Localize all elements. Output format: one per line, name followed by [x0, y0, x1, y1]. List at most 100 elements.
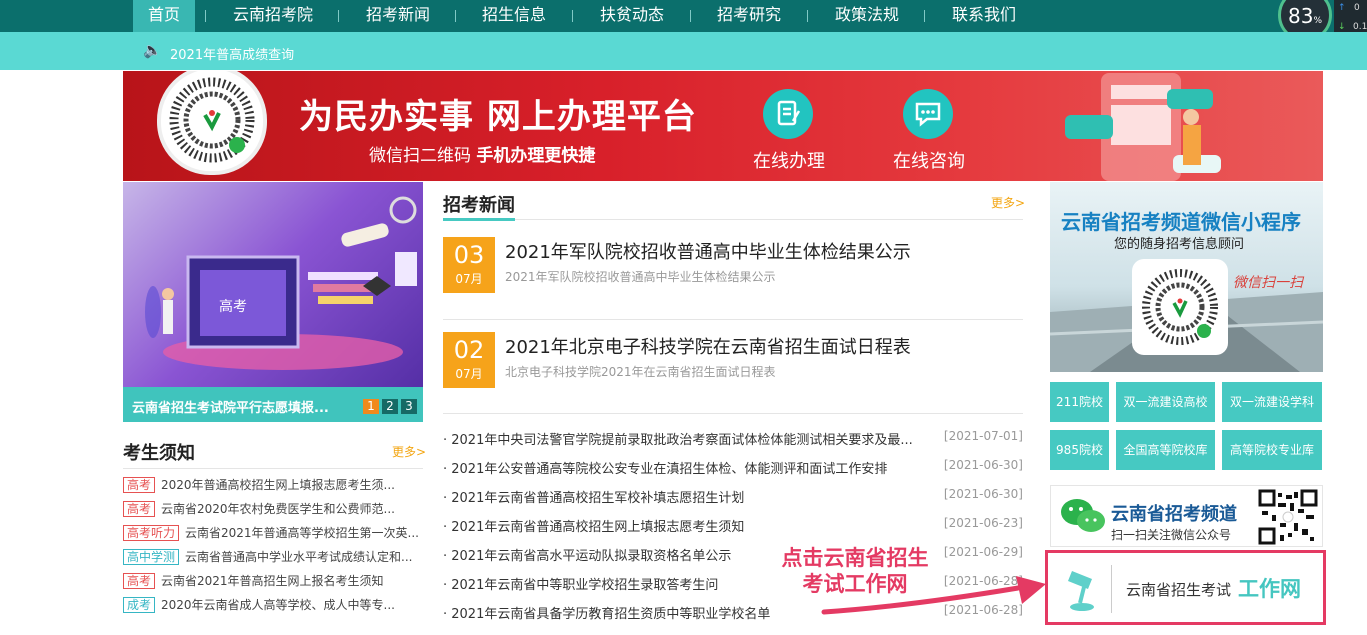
news-list-title[interactable]: · 2021年中央司法警官学院提前录取批政治考察面试体检体能测试相关要求及最..…	[443, 429, 913, 448]
news-list-item[interactable]: · 2021年云南省普通高校招生网上填报志愿考生须知 [2021-06-23]	[443, 516, 1023, 536]
gaokao-illustration	[145, 196, 417, 370]
list-item[interactable]: 高考 2020年普通高校招生网上填报志愿考生须...	[123, 476, 395, 494]
featured-news-title[interactable]: 2021年北京电子科技学院在云南省招生面试日程表	[505, 333, 911, 359]
nav-item-policy[interactable]: 政策法规	[821, 0, 913, 32]
nav-item-home[interactable]: 首页	[133, 0, 195, 32]
featured-news-summary: 2021年军队院校招收普通高中毕业生体检结果公示	[505, 270, 776, 284]
divider	[1111, 565, 1112, 613]
lamp-icon	[1068, 571, 1094, 611]
top-nav: 首页 云南招考院 招考新闻 招生信息 扶贫动态 招考研究 政策法规 联系我们	[0, 0, 1367, 32]
nav-item-admission-info[interactable]: 招生信息	[468, 0, 560, 32]
divider	[443, 319, 1023, 320]
wechat-title: 云南省招考频道	[1111, 504, 1237, 525]
workbox-label[interactable]: 云南省招生考试	[1126, 579, 1231, 600]
wechat-official-account-card[interactable]: 云南省招考频道 扫一扫关注微信公众号	[1050, 485, 1323, 547]
list-item[interactable]: 高考听力 云南省2021年普通高等学校招生第一次英...	[123, 524, 419, 542]
quick-link-major-database[interactable]: 高等院校专业库	[1222, 430, 1322, 470]
list-item-text[interactable]: 2020年普通高校招生网上填报志愿考生须...	[161, 478, 395, 492]
quick-link-double-first-class-disciplines[interactable]: 双一流建设学科	[1222, 382, 1322, 422]
download-arrow-icon: ↓	[1338, 22, 1346, 32]
news-list-item[interactable]: · 2021年云南省普通高校招生军校补填志愿招生计划 [2021-06-30]	[443, 487, 1023, 507]
news-list-date: [2021-06-23]	[943, 516, 1023, 530]
news-list-title[interactable]: · 2021年云南省高水平运动队拟录取资格名单公示	[443, 545, 731, 564]
speaker-icon: 🔈	[143, 41, 162, 59]
online-consult-button[interactable]: 在线咨询	[893, 147, 965, 173]
tag-badge: 高考	[123, 501, 156, 517]
list-item[interactable]: 高考 云南省2020年农村免费医学生和公费师范...	[123, 500, 395, 518]
annotation-line: 点击云南省招生	[781, 546, 929, 570]
wechat-qr-code	[1258, 489, 1318, 545]
phone-illustration	[1065, 73, 1221, 181]
news-list-title[interactable]: · 2021年云南省中等职业学校招生录取答考生问	[443, 574, 718, 593]
download-value: 0.1	[1353, 22, 1367, 32]
nav-item-contact[interactable]: 联系我们	[938, 0, 1030, 32]
quick-link-university-database[interactable]: 全国高等院校库	[1116, 430, 1215, 470]
scan-handwriting: 微信扫一扫	[1233, 275, 1303, 291]
section-underline	[443, 218, 515, 221]
nav-separator	[924, 10, 925, 22]
featured-news-title[interactable]: 2021年军队院校招收普通高中毕业生体检结果公示	[505, 238, 911, 264]
news-more-link[interactable]: 更多>	[991, 194, 1025, 211]
slide-page-3[interactable]: 3	[401, 399, 417, 414]
banner-subtitle: 微信扫二维码 手机办理更快捷	[369, 146, 596, 166]
list-item-text[interactable]: 云南省2021年普高招生网上报名考生须知	[161, 574, 384, 588]
upload-arrow-icon: ↑	[1338, 3, 1346, 13]
tag-badge: 高考	[123, 477, 156, 493]
list-item[interactable]: 高考 云南省2021年普高招生网上报名考生须知	[123, 572, 384, 590]
news-list-date: [2021-07-01]	[943, 429, 1023, 443]
wechat-subtitle: 扫一扫关注微信公众号	[1111, 528, 1232, 542]
nav-item-exam-news[interactable]: 招考新闻	[352, 0, 444, 32]
slide-image-text: 高考	[219, 299, 247, 315]
featured-news-summary: 北京电子科技学院2021年在云南省招生面试日程表	[505, 365, 776, 379]
online-service-banner[interactable]: 为民办实事 网上办理平台 微信扫二维码 手机办理更快捷 在线办理 在线咨询	[123, 71, 1323, 181]
list-item[interactable]: 高中学测 云南省普通高中学业水平考试成绩认定和...	[123, 548, 412, 566]
slideshow[interactable]: 高考 云南省招生考试院平行志愿填报... 1 2 3	[123, 182, 423, 422]
tag-badge: 高考	[123, 573, 156, 589]
nav-item-exam-research[interactable]: 招考研究	[703, 0, 795, 32]
slide-page-2[interactable]: 2	[382, 399, 398, 414]
news-list-item[interactable]: · 2021年中央司法警官学院提前录取批政治考察面试体检体能测试相关要求及最..…	[443, 429, 1023, 449]
list-item-text[interactable]: 云南省2021年普通高等学校招生第一次英...	[185, 526, 419, 540]
divider	[443, 413, 1023, 414]
news-list-date: [2021-06-30]	[943, 487, 1023, 501]
online-handle-icon[interactable]	[763, 89, 813, 139]
mini-program-card[interactable]: 云南省招考频道微信小程序 您的随身招考信息顾问 微信扫一扫	[1050, 182, 1323, 372]
news-list-title[interactable]: · 2021年云南省普通高校招生网上填报志愿考生须知	[443, 516, 744, 535]
workbox-label-highlight[interactable]: 工作网	[1238, 573, 1301, 603]
news-list-date: [2021-06-29]	[943, 545, 1023, 559]
nav-separator	[807, 10, 808, 22]
date-month: 07月	[455, 367, 483, 381]
news-list-title[interactable]: · 2021年云南省普通高校招生军校补填志愿招生计划	[443, 487, 744, 506]
list-item[interactable]: 成考 2020年云南省成人高等学校、成人中等专...	[123, 596, 395, 614]
nav-item-poverty-news[interactable]: 扶贫动态	[586, 0, 678, 32]
tag-badge: 高考听力	[123, 525, 180, 541]
news-list-title[interactable]: · 2021年公安普通高等院校公安专业在滇招生体检、体能测评和面试工作安排	[443, 458, 887, 477]
exam-work-network-link[interactable]: 云南省招生考试 工作网	[1045, 550, 1326, 625]
nav-separator	[338, 10, 339, 22]
slide-page-1[interactable]: 1	[363, 399, 379, 414]
quick-link-211[interactable]: 211院校	[1050, 382, 1109, 422]
tag-badge: 高中学测	[123, 549, 180, 565]
divider	[123, 468, 423, 469]
annotation-arrow-icon	[821, 576, 1046, 615]
news-list-item[interactable]: · 2021年公安普通高等院校公安专业在滇招生体检、体能测评和面试工作安排 [20…	[443, 458, 1023, 478]
news-section-title: 招考新闻	[443, 195, 515, 216]
quick-link-double-first-class-universities[interactable]: 双一流建设高校	[1116, 382, 1215, 422]
news-list-title[interactable]: · 2021年云南省具备学历教育招生资质中等职业学校名单	[443, 603, 770, 622]
nav-separator	[205, 10, 206, 22]
notices-title: 考生须知	[123, 443, 195, 464]
nav-separator	[455, 10, 456, 22]
wechat-icon	[1061, 499, 1105, 532]
nav-separator	[690, 10, 691, 22]
online-consult-icon[interactable]	[903, 89, 953, 139]
online-handle-button[interactable]: 在线办理	[753, 147, 825, 173]
notice-link[interactable]: 2021年普高成绩查询	[170, 44, 294, 63]
list-item-text[interactable]: 云南省2020年农村免费医学生和公费师范...	[161, 502, 395, 516]
quick-link-985[interactable]: 985院校	[1050, 430, 1109, 470]
list-item-text[interactable]: 云南省普通高中学业水平考试成绩认定和...	[185, 550, 412, 564]
notices-more-link[interactable]: 更多>	[392, 443, 426, 460]
miniprogram-qr-code	[157, 71, 267, 175]
list-item-text[interactable]: 2020年云南省成人高等学校、成人中等专...	[161, 598, 395, 612]
nav-item-exam-institute[interactable]: 云南招考院	[220, 0, 326, 32]
slide-caption[interactable]: 云南省招生考试院平行志愿填报...	[132, 397, 329, 416]
